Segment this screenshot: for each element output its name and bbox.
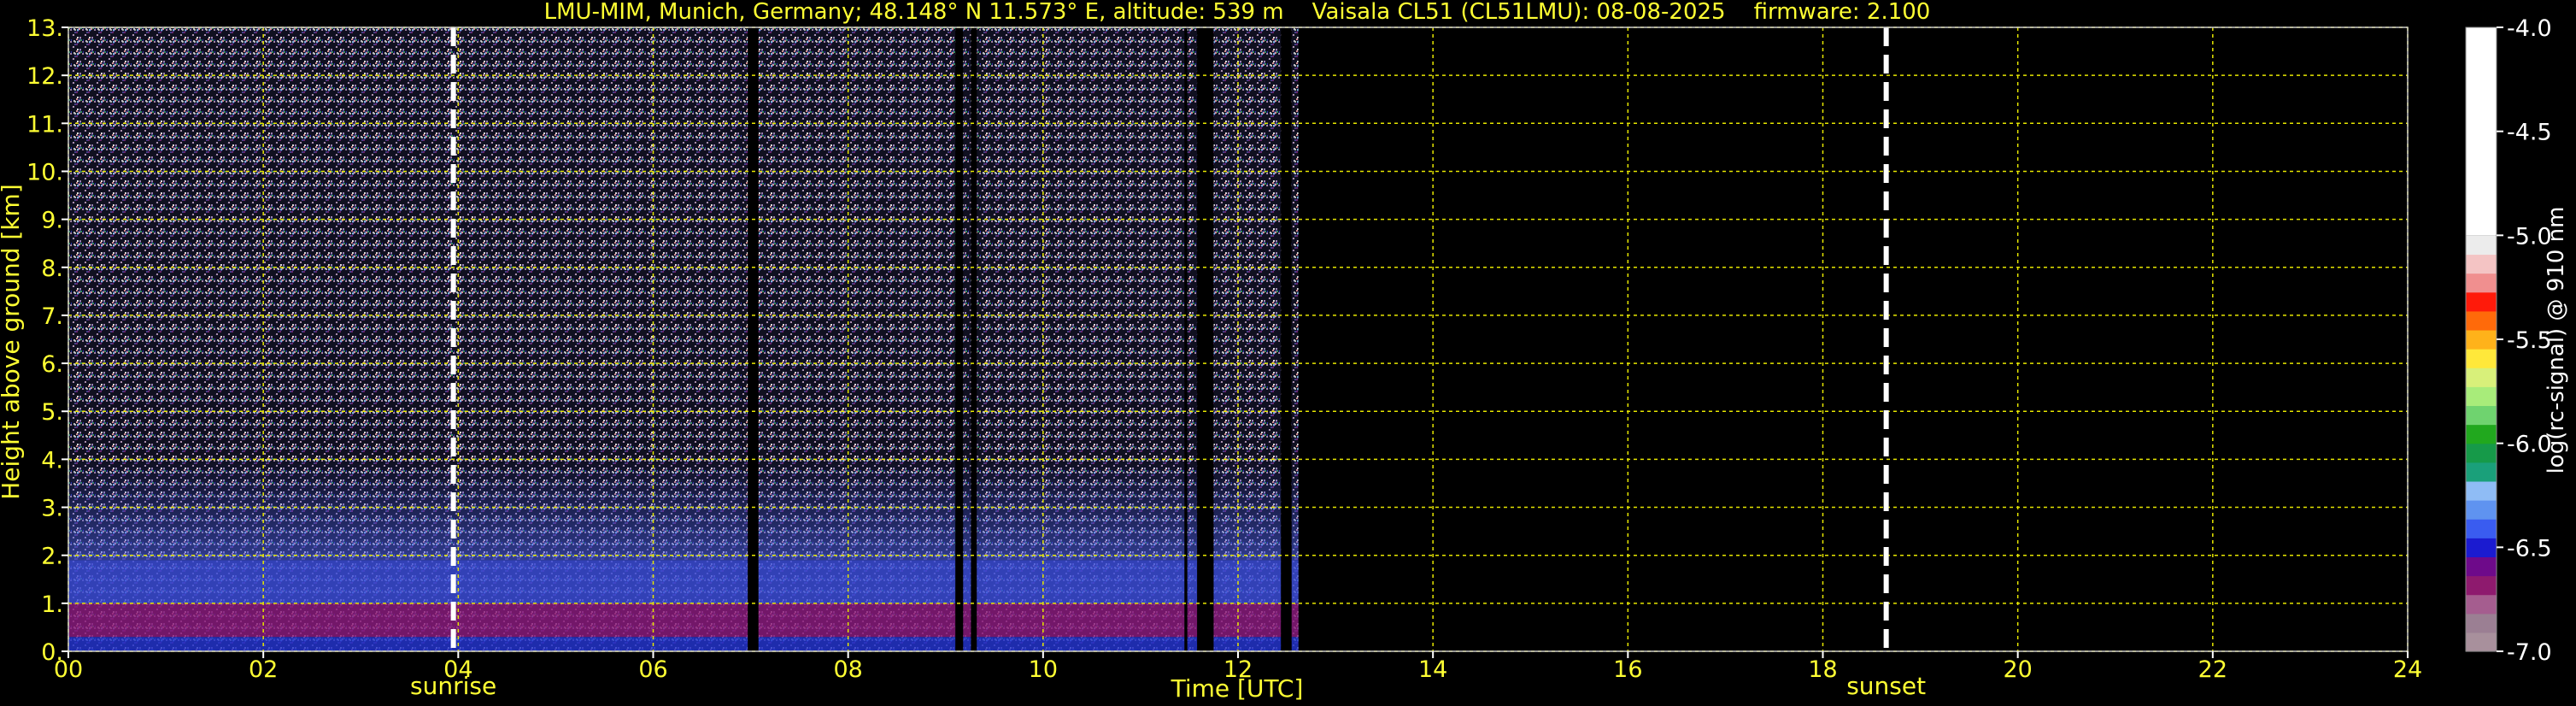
y-tick-label: 13.	[26, 15, 63, 42]
x-tick-label: 24	[2393, 656, 2422, 683]
x-tick-label: 08	[833, 656, 862, 683]
colorbar-segment	[2466, 480, 2497, 501]
y-tick-label: 8.	[41, 256, 63, 282]
colorbar-tick-label: -4.0	[2507, 15, 2552, 42]
data-gap	[748, 27, 759, 651]
colorbar: -4.0-4.5-5.0-5.5-6.0-6.5-7.0	[2465, 15, 2552, 666]
colorbar-label: log(rc-signal) @ 910 nm	[2544, 207, 2569, 474]
colorbar-tick-label: -6.5	[2507, 535, 2552, 562]
y-tick-label: 6.	[41, 351, 63, 378]
data-gap	[971, 27, 977, 651]
y-tick-label: 11.	[26, 111, 63, 138]
data-gap	[1281, 27, 1292, 651]
colorbar-segment	[2466, 462, 2497, 482]
data-gap	[1197, 27, 1214, 651]
y-tick-label: 4.	[41, 447, 63, 474]
colorbar-segment	[2466, 329, 2497, 350]
x-tick-label: 14	[1418, 656, 1447, 683]
colorbar-segment	[2466, 613, 2497, 633]
layer-residual-layer	[68, 560, 1299, 603]
colorbar-segment	[2466, 349, 2497, 368]
signal-fade	[68, 459, 1299, 561]
y-tick-label: 3.	[41, 496, 63, 522]
ceilometer-chart: sunrise sunset 00 02 04 06 08 10 12 14 16 18 20 22 24…	[0, 0, 2569, 703]
y-tick-label: 2.	[41, 544, 63, 570]
x-tick-label: 06	[638, 656, 667, 683]
colorbar-segment	[2466, 632, 2497, 652]
data-gap	[955, 27, 964, 651]
colorbar-segment	[2466, 405, 2497, 426]
x-tick-label: 02	[249, 656, 278, 683]
colorbar-segment	[2466, 519, 2497, 538]
colorbar-segment	[2466, 291, 2497, 312]
x-tick-label: 20	[2003, 656, 2032, 683]
colorbar-segment	[2466, 310, 2497, 331]
x-tick-label: 04	[443, 656, 472, 683]
y-tick-label: 1.	[41, 591, 63, 618]
colorbar-segment	[2466, 368, 2497, 387]
x-tick-label: 10	[1029, 656, 1058, 683]
chart-title: LMU-MIM, Munich, Germany; 48.148° N 11.5…	[544, 0, 1931, 25]
colorbar-segment	[2466, 443, 2497, 463]
y-tick-label: 5.	[41, 399, 63, 426]
x-tick-label: 22	[2198, 656, 2227, 683]
layer-surface-layer	[68, 637, 1299, 651]
colorbar-segment	[2466, 594, 2497, 615]
x-tick-label: 18	[1808, 656, 1837, 683]
data-gap	[1184, 27, 1188, 651]
colorbar-tick-label: -7.0	[2507, 639, 2552, 666]
backscatter-heatmap	[68, 27, 1299, 651]
x-tick-label: 16	[1613, 656, 1642, 683]
colorbar-segment	[2466, 235, 2497, 256]
y-tick-label: 0.	[41, 639, 63, 666]
layer-boundary-layer	[68, 603, 1299, 638]
colorbar-segment	[2466, 556, 2497, 577]
colorbar-segment-top	[2466, 27, 2497, 236]
colorbar-segment	[2466, 254, 2497, 274]
y-tick-label: 9.	[41, 208, 63, 234]
colorbar-segment	[2466, 424, 2497, 444]
colorbar-segment	[2466, 273, 2497, 293]
colorbar-segment	[2466, 575, 2497, 596]
colorbar-segment	[2466, 386, 2497, 407]
colorbar-segment	[2466, 538, 2497, 557]
y-tick-label: 10.	[26, 159, 63, 185]
x-axis-label: Time [UTC]	[1171, 674, 1304, 703]
colorbar-segment	[2466, 500, 2497, 520]
y-tick-label: 12.	[26, 63, 63, 90]
y-axis-label: Height above ground [km]	[0, 184, 25, 500]
sunset-label: sunset	[1846, 672, 1926, 700]
y-tick-label: 7.	[41, 303, 63, 330]
colorbar-tick-label: -4.5	[2507, 120, 2552, 146]
